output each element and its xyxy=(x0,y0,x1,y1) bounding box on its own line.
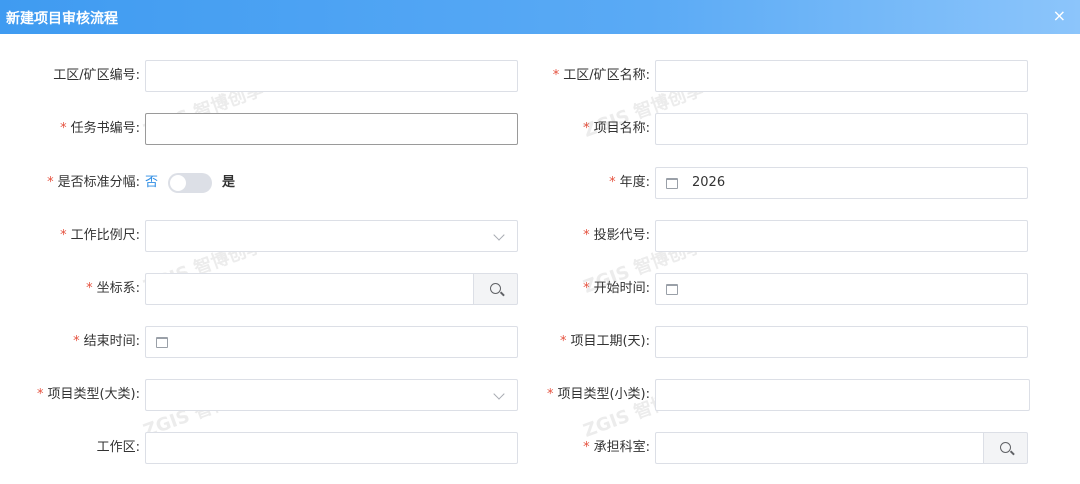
type-minor-label: * 项目类型(小类): xyxy=(546,387,650,402)
project-name-input[interactable] xyxy=(655,113,1028,145)
required-mark: * xyxy=(609,175,616,190)
start-time-label: * 开始时间: xyxy=(583,281,650,296)
switch-on-label[interactable]: 是 xyxy=(222,167,235,199)
coord-system-label: * 坐标系: xyxy=(86,281,140,296)
required-mark: * xyxy=(583,281,590,296)
work-area-no-label: 工区/矿区编号: xyxy=(53,68,140,83)
required-mark: * xyxy=(559,334,567,349)
scale-label: * 工作比例尺: xyxy=(60,228,140,243)
calendar-icon xyxy=(666,284,678,295)
required-mark: * xyxy=(86,281,93,296)
year-picker[interactable]: 2026 xyxy=(655,167,1028,199)
switch-knob[interactable] xyxy=(170,175,186,191)
start-time-picker[interactable] xyxy=(655,273,1028,305)
required-mark: * xyxy=(47,175,54,190)
required-mark: * xyxy=(36,387,44,402)
required-mark: * xyxy=(73,334,80,349)
project-name-label: * 项目名称: xyxy=(583,121,650,136)
required-mark: * xyxy=(583,440,590,455)
calendar-icon xyxy=(156,337,168,348)
work-area-name-label: * 工区/矿区名称: xyxy=(552,68,650,83)
work-zone-input[interactable] xyxy=(145,432,518,464)
work-area-no-input[interactable] xyxy=(145,60,518,92)
required-mark: * xyxy=(60,228,67,243)
type-minor-input[interactable] xyxy=(655,379,1030,411)
end-time-picker[interactable] xyxy=(145,326,518,358)
projection-code-input[interactable] xyxy=(655,220,1028,252)
task-book-no-label: * 任务书编号: xyxy=(60,121,140,136)
switch-track[interactable] xyxy=(168,173,212,193)
year-label: * 年度: xyxy=(609,175,650,190)
standard-sheet-label: * 是否标准分幅: xyxy=(47,175,140,190)
end-time-label: * 结束时间: xyxy=(73,334,140,349)
duration-input[interactable] xyxy=(655,326,1028,358)
dialog-title-bar: 新建项目审核流程 × xyxy=(0,0,1080,34)
close-icon[interactable]: × xyxy=(1053,6,1066,26)
dialog-title: 新建项目审核流程 xyxy=(6,11,118,27)
required-mark: * xyxy=(546,387,554,402)
calendar-icon xyxy=(666,178,678,189)
scale-select[interactable] xyxy=(145,220,518,252)
department-search-button[interactable] xyxy=(983,432,1028,464)
department-input[interactable] xyxy=(655,432,984,464)
required-mark: * xyxy=(583,121,590,136)
projection-code-label: * 投影代号: xyxy=(583,228,650,243)
work-zone-label: 工作区: xyxy=(96,440,140,455)
required-mark: * xyxy=(60,121,67,136)
required-mark: * xyxy=(583,228,590,243)
department-label: * 承担科室: xyxy=(583,440,650,455)
coord-system-input[interactable] xyxy=(145,273,474,305)
duration-label: * 项目工期(天): xyxy=(559,334,650,349)
type-major-label: * 项目类型(大类): xyxy=(36,387,140,402)
required-mark: * xyxy=(552,68,560,83)
type-major-select[interactable] xyxy=(145,379,518,411)
switch-off-label[interactable]: 否 xyxy=(145,167,158,199)
task-book-no-input[interactable] xyxy=(145,113,518,145)
year-value: 2026 xyxy=(692,175,726,190)
work-area-name-input[interactable] xyxy=(655,60,1028,92)
